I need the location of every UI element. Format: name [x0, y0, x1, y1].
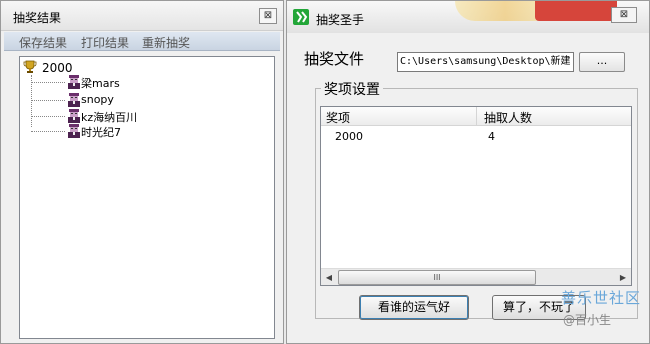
- user-avatar-icon: [68, 124, 80, 138]
- app-icon: [293, 9, 309, 25]
- scroll-right-icon[interactable]: ▶: [615, 270, 631, 285]
- winner-name: snopy: [81, 93, 114, 106]
- tree-root-label: 2000: [42, 61, 73, 75]
- table-row[interactable]: 2000 4: [321, 129, 631, 145]
- scroll-left-icon[interactable]: ◀: [321, 270, 337, 285]
- winner-name: 梁mars: [81, 77, 120, 90]
- scrollbar-thumb[interactable]: III: [338, 270, 536, 285]
- close-icon[interactable]: ⊠: [259, 8, 277, 24]
- winner-name: 时光纪7: [81, 126, 121, 139]
- browse-button[interactable]: ...: [579, 52, 625, 72]
- tree-node-winner-1[interactable]: 梁mars: [31, 74, 251, 90]
- trophy-icon: [23, 60, 37, 73]
- results-window: 抽奖结果 ⊠ 保存结果 打印结果 重新抽奖 2000 梁mars snopy k…: [0, 0, 284, 344]
- count-cell: 4: [488, 130, 495, 143]
- prize-list[interactable]: 奖项 抽取人数 2000 4 ◀ III ▶: [320, 106, 632, 286]
- user-avatar-icon: [68, 93, 80, 107]
- lucky-draw-button[interactable]: 看谁的运气好: [359, 295, 469, 320]
- tree-node-winner-2[interactable]: snopy: [31, 92, 251, 108]
- results-window-title: 抽奖结果: [13, 11, 62, 25]
- column-header-prize[interactable]: 奖项: [326, 109, 350, 126]
- prize-list-header: 奖项 抽取人数: [321, 107, 631, 126]
- results-menubar: 保存结果 打印结果 重新抽奖: [4, 32, 280, 51]
- lottery-window: 抽奖圣手 ⊠ 抽奖文件 C:\Users\samsung\Desktop\新建 …: [286, 0, 650, 344]
- file-label: 抽奖文件: [304, 50, 365, 68]
- tree-node-winner-4[interactable]: 时光纪7: [31, 123, 251, 139]
- watermark-line-1: 善乐世社区: [561, 289, 642, 307]
- horizontal-scrollbar[interactable]: ◀ III ▶: [321, 268, 631, 285]
- results-title-bar[interactable]: 抽奖结果 ⊠: [1, 1, 283, 31]
- file-path-field[interactable]: C:\Users\samsung\Desktop\新建: [397, 52, 574, 72]
- menu-save-results[interactable]: 保存结果: [19, 34, 67, 51]
- results-tree[interactable]: 2000 梁mars snopy kz海纳百川 时光纪7: [19, 56, 275, 339]
- user-avatar-icon: [68, 109, 80, 123]
- lottery-title-bar[interactable]: 抽奖圣手 ⊠: [287, 1, 649, 33]
- background-red-bar: [535, 1, 617, 21]
- column-header-count[interactable]: 抽取人数: [484, 109, 532, 126]
- user-avatar-icon: [68, 75, 80, 89]
- close-icon[interactable]: ⊠: [611, 7, 637, 23]
- menu-print-results[interactable]: 打印结果: [81, 34, 129, 51]
- menu-redraw[interactable]: 重新抽奖: [142, 34, 190, 51]
- watermark-line-2: @百小生: [563, 313, 612, 327]
- watermark: 善乐世社区 @百小生: [559, 285, 649, 335]
- prize-settings-label: 奖项设置: [321, 79, 383, 99]
- prize-cell: 2000: [335, 130, 363, 143]
- tree-node-winner-3[interactable]: kz海纳百川: [31, 108, 251, 124]
- lottery-window-title: 抽奖圣手: [316, 13, 365, 27]
